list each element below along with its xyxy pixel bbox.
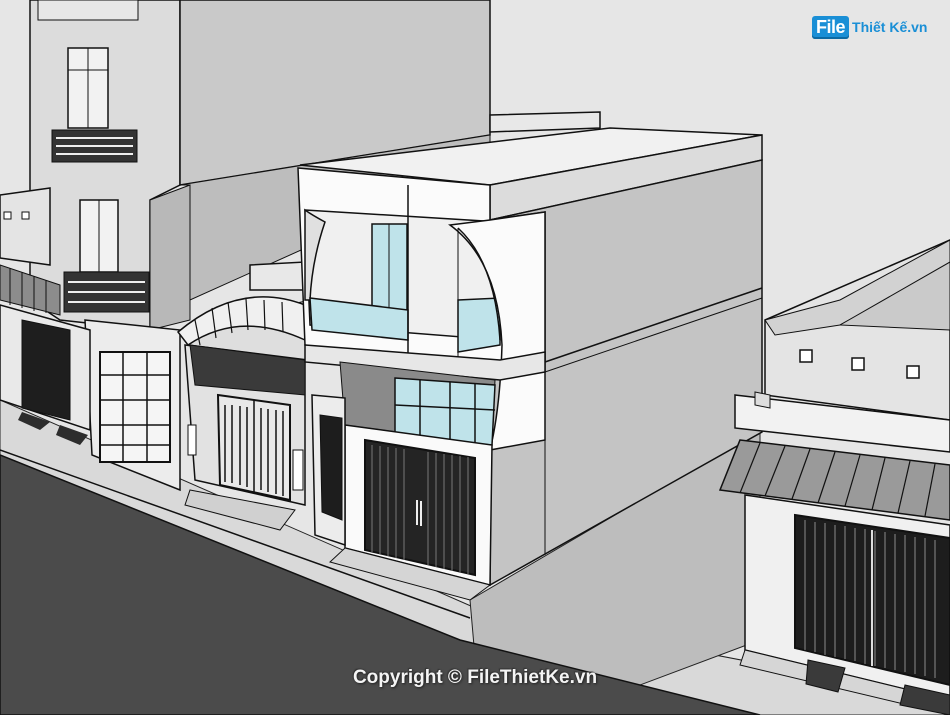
filethietke-logo: File Thiết Kế.vn	[812, 14, 927, 40]
copyright-watermark: Copyright © FileThietKe.vn	[352, 667, 598, 688]
logo-mark: File	[812, 15, 850, 39]
3d-model-scene	[0, 0, 950, 715]
viewport: File Thiết Kế.vn Copyright © FileThietKe…	[0, 0, 950, 715]
logo-text: Thiết Kế.vn	[852, 19, 928, 35]
